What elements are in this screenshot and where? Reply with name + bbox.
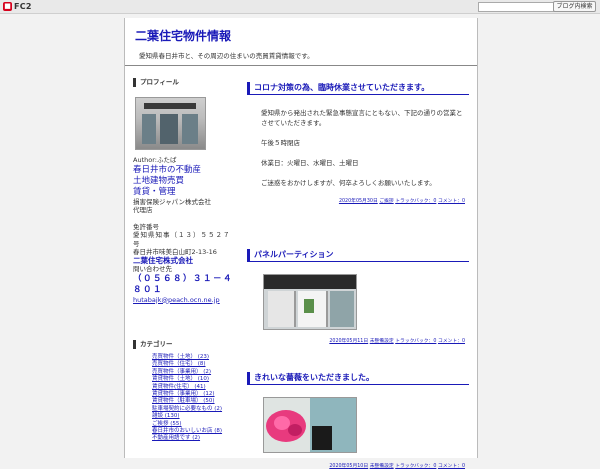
profile-heading: プロフィール (133, 78, 233, 87)
profile-insurance: 損害保険ジャパン株式会社 (133, 197, 211, 206)
company-name: 二葉住宅株式会社 (133, 255, 193, 265)
entry-photo[interactable] (263, 274, 357, 330)
category-list: 売買物件（土地） (23) 売買物件（住宅） (8) 売買物件（事業用） (2)… (152, 354, 232, 443)
category-link[interactable]: 賃貸物件(住宅） (41) (152, 384, 232, 391)
entry-date-link[interactable]: 2020年05月30日 (339, 199, 378, 204)
entry-title[interactable]: パネルパーティション (247, 249, 469, 262)
trackback-link[interactable]: トラックバック：0 (395, 339, 436, 344)
comment-link[interactable]: コメント：0 (438, 199, 465, 204)
trackback-link[interactable]: トラックバック：0 (395, 464, 436, 469)
contact-label: 問い合わせ先 (133, 265, 172, 273)
category-link[interactable]: 賃貸物件（駐車場） (50) (152, 398, 232, 405)
entry-title[interactable]: きれいな薔薇をいただきました。 (247, 372, 469, 385)
entry-text: 午後５時閉店 (261, 139, 300, 147)
category-link[interactable]: ご挨拶 (55) (152, 421, 232, 428)
phone-number: （０５６８）３１－４８０１ (133, 273, 234, 295)
fc2-logo-icon: ■ (3, 2, 12, 11)
blog-search-input[interactable] (478, 2, 556, 12)
category-link[interactable]: 賃貸物件（土地） (10) (152, 376, 232, 383)
comment-link[interactable]: コメント：0 (438, 339, 465, 344)
profile-line-1: 春日井市の不動産 (133, 164, 202, 175)
profile-photo (135, 97, 206, 150)
entry-footer: 2020年05月30日 ご挨拶 トラックバック：0 コメント：0 (243, 197, 465, 204)
entry-date-link[interactable]: 2020年05月10日 (329, 464, 368, 469)
entry-category-link[interactable]: 未整備設定 (370, 339, 394, 344)
profile-agency: 代理店 (133, 206, 153, 214)
license-number: 愛知県知事（１３）５５２７号 (133, 231, 231, 248)
entry-category-link[interactable]: ご挨拶 (379, 199, 393, 204)
category-link[interactable]: 売買物件（住宅） (8) (152, 361, 232, 368)
blog-search-button[interactable]: ブログ内検索 (553, 1, 596, 12)
site-title[interactable]: 二葉住宅物件情報 (135, 27, 231, 44)
entry-text: 愛知県から発出された緊急事態宣言にともない、下記の通りの営業とさせていただきます… (261, 109, 463, 127)
license-label: 免許番号 (133, 222, 159, 231)
sidebar: プロフィール Author:ふたば 春日井市の不動産 土地建物売買 賃貸・管理 … (133, 78, 233, 441)
comment-link[interactable]: コメント：0 (438, 464, 465, 469)
blog-container: 二葉住宅物件情報 愛知県春日井市と、その周辺の住まいの売買賃貸情報です。 プロフ… (124, 18, 478, 469)
profile-line-2: 土地建物売買 (133, 175, 185, 186)
entry-title[interactable]: コロナ対策の為、臨時休業させていただきます。 (247, 82, 469, 95)
profile-line-3: 賃貸・管理 (133, 186, 176, 197)
category-link[interactable]: 不動産用語です (2) (152, 435, 232, 442)
trackback-link[interactable]: トラックバック：0 (395, 199, 436, 204)
entry-category-link[interactable]: 未整備設定 (370, 464, 394, 469)
fc2-toolbar: ■ FC2 ブログ内検索 (0, 0, 600, 14)
entry-date-link[interactable]: 2020年05月11日 (329, 339, 368, 344)
profile-text: Author:ふたば 春日井市の不動産 土地建物売買 賃貸・管理 損害保険ジャパ… (133, 156, 233, 304)
entry-text: 休業日：火曜日、水曜日、土曜日 (261, 159, 359, 167)
entry-footer: 2020年05月10日 未整備設定 トラックバック：0 コメント：0 (243, 462, 465, 469)
category-link[interactable]: 雑談 (130) (152, 413, 232, 420)
entry-photo[interactable] (263, 397, 357, 453)
blog-header: 二葉住宅物件情報 愛知県春日井市と、その周辺の住まいの売買賃貸情報です。 (125, 18, 477, 66)
category-heading: カテゴリー (133, 340, 240, 349)
entry-body: 愛知県から発出された緊急事態宣言にともない、下記の通りの営業とさせていただきます… (261, 108, 466, 188)
fc2-logo[interactable]: ■ FC2 (3, 1, 32, 12)
email-link[interactable]: hutabajk@peach.ocn.ne.jp (133, 296, 233, 305)
site-description: 愛知県春日井市と、その周辺の住まいの売買賃貸情報です。 (139, 52, 314, 60)
profile-author: Author:ふたば (133, 156, 177, 164)
fc2-logo-text: FC2 (14, 2, 32, 11)
entry-text: ご迷惑をおかけしますが、何卒よろしくお願いいたします。 (261, 179, 436, 187)
entry-footer: 2020年05月11日 未整備設定 トラックバック：0 コメント：0 (243, 337, 465, 344)
